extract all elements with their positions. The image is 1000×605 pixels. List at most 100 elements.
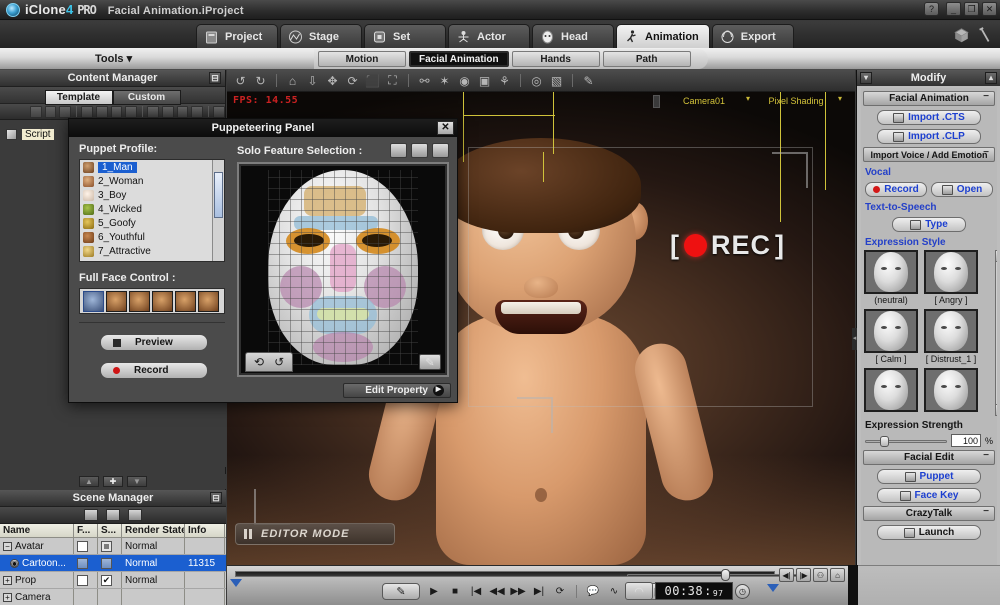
panel-dock-left-icon[interactable]: ▾ <box>860 72 872 84</box>
editor-mode-indicator[interactable]: EDITOR MODE <box>235 523 395 545</box>
s-checkbox[interactable]: ✔ <box>101 575 112 586</box>
panel-dock-right-icon[interactable]: ▴ <box>985 72 997 84</box>
tab-project[interactable]: Project <box>196 24 278 48</box>
rotate-view-icon[interactable]: ⟲ <box>254 355 264 369</box>
save-icon[interactable] <box>411 143 428 158</box>
collapse-all-icon[interactable] <box>128 509 142 521</box>
solo-feature-preview[interactable]: ⟲ ↺ ✎ <box>237 162 449 377</box>
home-icon[interactable]: ⌂ <box>285 73 300 88</box>
full-face-slot[interactable] <box>198 291 219 312</box>
ik-icon[interactable]: ✶ <box>437 73 452 88</box>
duplicate-icon[interactable] <box>125 106 137 118</box>
full-face-slot[interactable] <box>129 291 150 312</box>
copy-icon[interactable] <box>96 106 108 118</box>
tab-set[interactable]: Set <box>364 24 446 48</box>
new-folder-icon[interactable] <box>30 106 42 118</box>
render-icon[interactable]: ▧ <box>549 73 564 88</box>
expander-icon[interactable]: ◉ <box>10 559 19 568</box>
expander-icon[interactable]: − <box>3 542 12 551</box>
subtab-facial-animation[interactable]: Facial Animation <box>409 51 509 67</box>
vocal-record-button[interactable]: Record <box>865 182 927 197</box>
subtab-path[interactable]: Path <box>603 51 691 67</box>
list-item[interactable]: 6_Youthful <box>80 230 224 244</box>
list-item[interactable]: 4_Wicked <box>80 202 224 216</box>
link-icon[interactable]: ⚯ <box>417 73 432 88</box>
move-icon[interactable]: ✥ <box>325 73 340 88</box>
face-mesh-model[interactable] <box>268 170 418 365</box>
list-item[interactable]: 2_Woman <box>80 174 224 188</box>
table-row[interactable]: +Prop ✔ Normal <box>0 572 226 589</box>
table-row[interactable]: ◉Cartoon... Normal 11315 <box>0 555 226 572</box>
expression-thumbnail[interactable] <box>924 250 978 294</box>
vocal-open-button[interactable]: Open <box>931 182 993 197</box>
tab-animation[interactable]: Animation <box>616 24 710 48</box>
panel-resize-grip[interactable]: ◂ <box>852 328 857 350</box>
profile-list-scrollbar[interactable] <box>212 160 224 262</box>
scroll-up-icon[interactable]: ▲ <box>996 251 997 262</box>
prev-frame-button[interactable]: |◀ <box>469 584 483 599</box>
puppet-profile-list[interactable]: 1_Man 2_Woman 3_Boy 4_Wicked 5_Goofy 6_Y… <box>79 159 225 262</box>
full-face-slot[interactable] <box>83 291 104 312</box>
list-item[interactable] <box>924 368 978 412</box>
preview-button[interactable]: Preview <box>100 334 208 351</box>
scale-icon[interactable]: ⬛ <box>365 73 380 88</box>
nav-up-button[interactable]: ▲ <box>79 476 99 487</box>
scrollbar-thumb[interactable] <box>214 172 223 218</box>
play-button[interactable]: ▶ <box>427 584 441 599</box>
timecode-frame-icon[interactable]: ◠ <box>625 582 653 600</box>
fit-icon[interactable]: ⛶ <box>385 73 400 88</box>
import-clp-button[interactable]: Import .CLP <box>877 129 981 144</box>
tab-actor[interactable]: Actor <box>448 24 530 48</box>
expander-icon[interactable]: + <box>3 593 12 602</box>
expression-strength-slider[interactable] <box>865 436 947 446</box>
search-icon[interactable] <box>177 106 189 118</box>
puppet-button[interactable]: Puppet <box>877 469 981 484</box>
restore-button[interactable]: ❐ <box>964 2 979 16</box>
expander-icon[interactable]: + <box>3 576 12 585</box>
rewind-button[interactable]: ◀◀ <box>490 584 504 599</box>
nav-down-button[interactable]: ▼ <box>127 476 147 487</box>
expression-thumbnail[interactable] <box>864 309 918 353</box>
paint-icon[interactable]: ✎ <box>581 73 596 88</box>
expression-thumbnail[interactable] <box>864 368 918 412</box>
launch-button[interactable]: Launch <box>877 525 981 540</box>
record-key-button[interactable]: ✎ <box>382 583 420 600</box>
step-back-button[interactable]: ◀| <box>779 568 794 582</box>
rotate-icon[interactable]: ⟳ <box>345 73 360 88</box>
region-icon[interactable]: ▣ <box>477 73 492 88</box>
list-item[interactable]: 3_Boy <box>80 188 224 202</box>
expression-strength-value[interactable]: 100 <box>951 434 981 447</box>
edit-icon[interactable]: ✎ <box>419 354 441 370</box>
nav-center-button[interactable]: ✚ <box>103 476 123 487</box>
tab-head[interactable]: Head <box>532 24 614 48</box>
scrub-knob[interactable] <box>721 569 730 581</box>
expression-thumbnail[interactable] <box>924 309 978 353</box>
home-view-button[interactable]: ⌂ <box>830 568 845 582</box>
next-frame-button[interactable]: ▶| <box>532 584 546 599</box>
subtab-hands[interactable]: Hands <box>512 51 600 67</box>
record-button[interactable]: Record <box>100 362 208 379</box>
f-checkbox[interactable] <box>77 575 88 586</box>
list-item[interactable]: 1_Man <box>80 160 224 174</box>
delete-icon[interactable] <box>59 106 71 118</box>
full-face-slot[interactable] <box>106 291 127 312</box>
timeline-marker[interactable] <box>230 579 242 587</box>
open-folder-icon[interactable] <box>213 106 225 118</box>
full-face-slot[interactable] <box>175 291 196 312</box>
minimize-button[interactable]: _ <box>946 2 961 16</box>
import-icon[interactable] <box>147 106 159 118</box>
group-facial-edit[interactable]: Facial Edit <box>863 450 995 465</box>
step-forward-button[interactable]: |▶ <box>796 568 811 582</box>
tab-export[interactable]: Export <box>712 24 794 48</box>
hammer-icon[interactable] <box>978 27 992 45</box>
f-checkbox[interactable] <box>77 541 88 552</box>
rename-icon[interactable] <box>45 106 57 118</box>
expression-thumbnail[interactable] <box>864 250 918 294</box>
list-item[interactable]: (neutral) <box>864 250 918 305</box>
slider-knob[interactable] <box>880 436 889 447</box>
puppeteering-panel[interactable]: Puppeteering Panel ✕ Puppet Profile: 1_M… <box>68 118 458 403</box>
solo-feature-canvas[interactable]: ⟲ ↺ ✎ <box>241 166 445 373</box>
expand-all-icon[interactable] <box>106 509 120 521</box>
list-item[interactable]: 7_Attractive <box>80 244 224 258</box>
comment-button[interactable]: 💬 <box>586 584 600 599</box>
